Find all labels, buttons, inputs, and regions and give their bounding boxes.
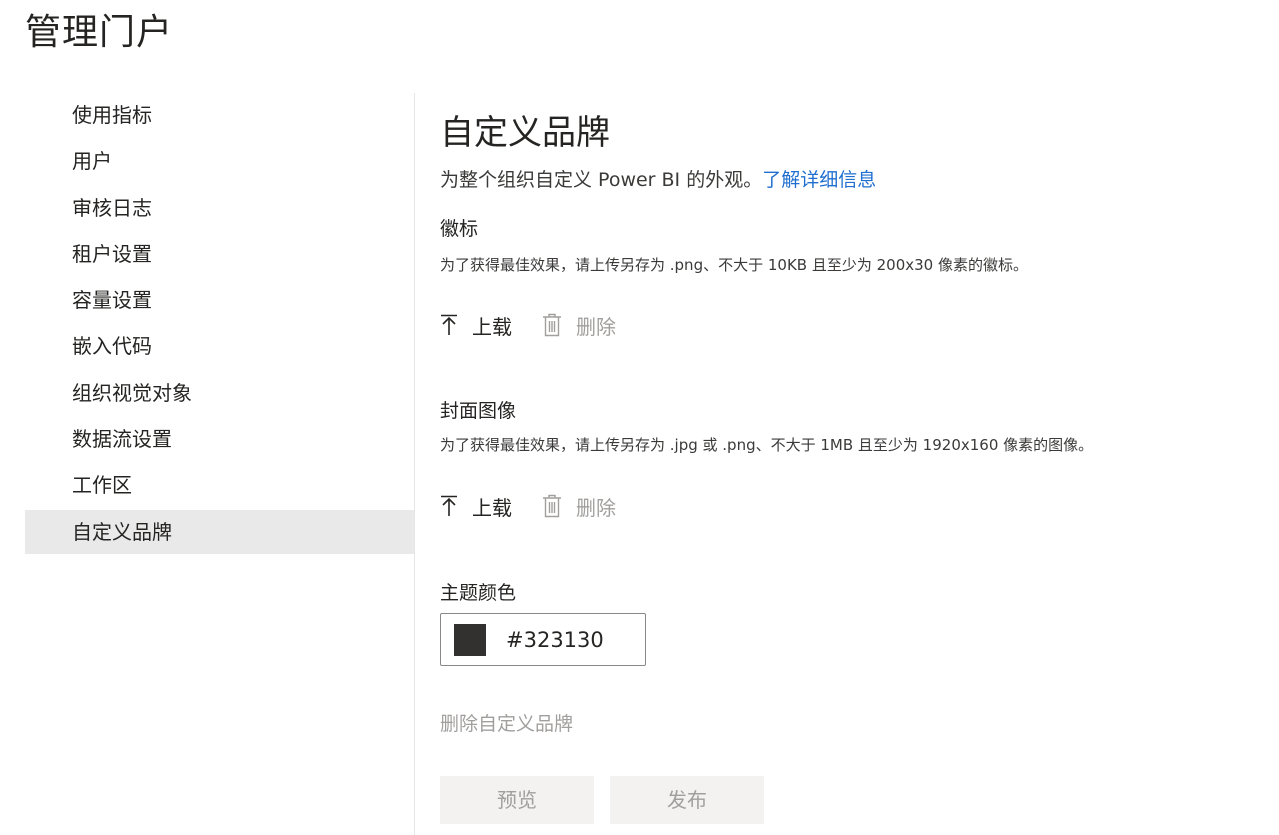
- logo-upload-label: 上载: [472, 314, 512, 339]
- admin-portal-page: 管理门户 使用指标 用户 审核日志 租户设置 容量设置 嵌入代码 组织视觉对象 …: [0, 0, 1279, 835]
- sidebar-item-audit-logs[interactable]: 审核日志: [25, 186, 415, 230]
- theme-color-picker[interactable]: #323130: [440, 613, 646, 666]
- upload-arrow-icon: [440, 314, 458, 336]
- preview-button[interactable]: 预览: [440, 776, 594, 824]
- cover-heading: 封面图像: [440, 400, 517, 422]
- logo-heading: 徽标: [440, 218, 479, 240]
- sidebar-item-embed-codes[interactable]: 嵌入代码: [25, 324, 415, 368]
- learn-more-link[interactable]: 了解详细信息: [762, 169, 876, 191]
- upload-arrow-icon: [440, 495, 458, 517]
- logo-upload-button[interactable]: 上载: [440, 311, 512, 340]
- cover-description: 为了获得最佳效果，请上传另存为 .jpg 或 .png、不大于 1MB 且至少为…: [440, 436, 1094, 454]
- publish-button[interactable]: 发布: [610, 776, 764, 824]
- sidebar-nav: 使用指标 用户 审核日志 租户设置 容量设置 嵌入代码 组织视觉对象 数据流设置…: [25, 93, 415, 556]
- sidebar-item-custom-branding[interactable]: 自定义品牌: [25, 509, 415, 554]
- page-title: 自定义品牌: [440, 113, 610, 153]
- cover-delete-label: 删除: [576, 495, 616, 520]
- cover-actions: 上载 删除: [440, 490, 646, 522]
- trash-icon: [542, 494, 562, 518]
- logo-delete-button[interactable]: 删除: [542, 311, 616, 340]
- cover-upload-button[interactable]: 上载: [440, 492, 512, 521]
- sidebar-item-tenant-settings[interactable]: 租户设置: [25, 232, 415, 276]
- page-subtitle: 为整个组织自定义 Power BI 的外观。了解详细信息: [440, 165, 876, 195]
- logo-delete-label: 删除: [576, 314, 616, 339]
- theme-color-swatch[interactable]: [454, 623, 486, 656]
- logo-description: 为了获得最佳效果，请上传另存为 .png、不大于 10KB 且至少为 200x3…: [440, 256, 1028, 274]
- sidebar-item-usage-metrics[interactable]: 使用指标: [25, 93, 415, 137]
- portal-title: 管理门户: [25, 12, 174, 53]
- theme-color-value: #323130: [506, 627, 604, 652]
- sidebar-item-dataflow-settings[interactable]: 数据流设置: [25, 417, 415, 461]
- logo-actions: 上载 删除: [440, 309, 646, 341]
- sidebar-item-users[interactable]: 用户: [25, 139, 415, 183]
- sidebar-item-capacity-settings[interactable]: 容量设置: [25, 278, 415, 322]
- remove-custom-branding-link[interactable]: 删除自定义品牌: [440, 709, 573, 739]
- trash-icon: [542, 313, 562, 337]
- cover-delete-button[interactable]: 删除: [542, 492, 616, 521]
- sidebar-divider: [414, 93, 415, 835]
- subtitle-text: 为整个组织自定义 Power BI 的外观。: [440, 169, 763, 191]
- cover-upload-label: 上载: [472, 495, 512, 520]
- theme-color-heading: 主题颜色: [440, 582, 517, 604]
- sidebar-item-workspaces[interactable]: 工作区: [25, 463, 415, 507]
- sidebar-item-org-visuals[interactable]: 组织视觉对象: [25, 371, 415, 415]
